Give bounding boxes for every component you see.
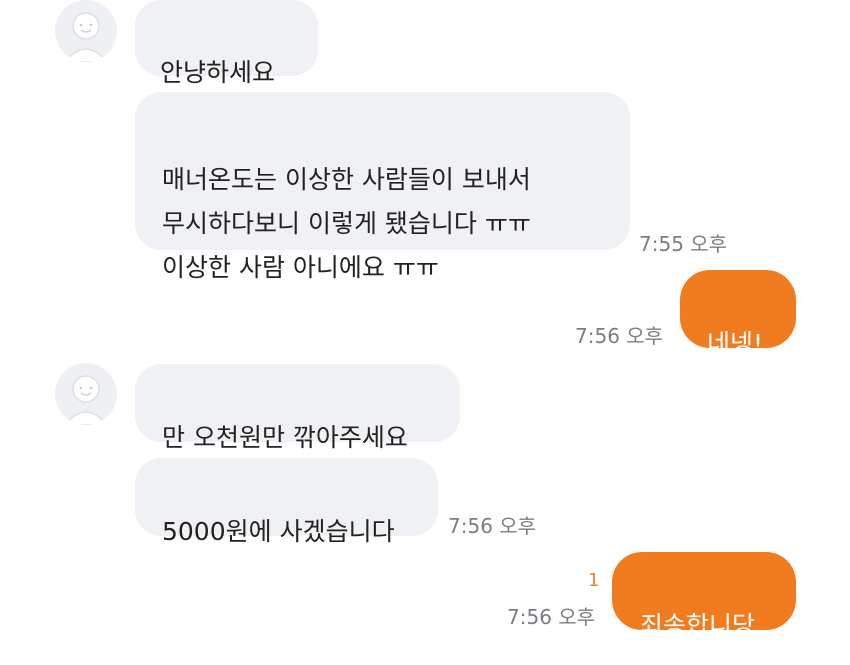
message-bubble-incoming[interactable]: 안냥하세요 bbox=[135, 0, 318, 87]
message-bubble-incoming[interactable]: 매너온도는 이상한 사람들이 보내서 무시하다보니 이렇게 됐습니다 ㅠㅠ 이상… bbox=[135, 92, 630, 282]
message-timestamp: 7:56 오후 bbox=[575, 324, 664, 348]
message-timestamp: 7:56 오후 bbox=[507, 605, 596, 629]
message-text: 5000원에 사겠습니다 bbox=[162, 517, 395, 546]
message-bubble-incoming[interactable]: 만 오천원만 깎아주세요 bbox=[135, 364, 460, 452]
chat-thread: 안냥하세요 매너온도는 이상한 사람들이 보내서 무시하다보니 이렇게 됐습니다… bbox=[0, 0, 850, 665]
message-text: 안냥하세요 bbox=[160, 58, 276, 87]
message-text: 만 오천원만 깎아주세요 bbox=[162, 423, 408, 452]
message-bubble-outgoing[interactable]: 죄송합니당 bbox=[612, 552, 796, 640]
message-bubble-outgoing[interactable]: 네넹! bbox=[680, 270, 796, 358]
message-text: 네넹! bbox=[707, 329, 764, 358]
message-timestamp: 7:55 오후 bbox=[639, 232, 728, 256]
message-bubble-incoming[interactable]: 5000원에 사겠습니다 bbox=[135, 458, 438, 546]
message-timestamp: 7:56 오후 bbox=[448, 514, 537, 538]
message-text: 매너온도는 이상한 사람들이 보내서 무시하다보니 이렇게 됐습니다 ㅠㅠ 이상… bbox=[162, 165, 531, 282]
unread-count-badge: 1 bbox=[588, 570, 600, 591]
sender-avatar-icon[interactable] bbox=[55, 0, 117, 62]
message-text: 죄송합니당 bbox=[640, 611, 756, 640]
sender-avatar-icon[interactable] bbox=[55, 363, 117, 425]
